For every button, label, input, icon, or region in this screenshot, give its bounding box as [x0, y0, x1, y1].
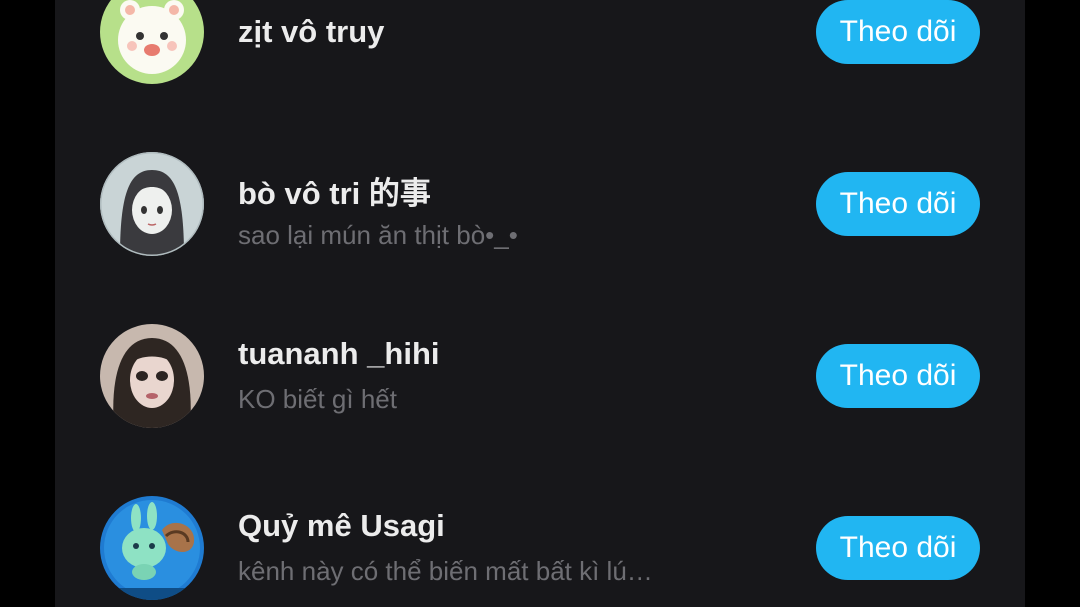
user-bio: sao lại mún ăn thịt bò•_•: [238, 220, 518, 250]
user-name[interactable]: tuananh _hihi: [238, 336, 440, 372]
anime-girl-avatar-icon[interactable]: [100, 152, 204, 256]
follow-button[interactable]: Theo dõi: [816, 516, 980, 580]
portrait-avatar-icon[interactable]: [100, 324, 204, 428]
bunny-avatar-icon[interactable]: [100, 496, 204, 600]
user-bio: kênh này có thể biến mất bất kì lú…: [238, 556, 653, 586]
user-row[interactable]: bò vô tri 的事 sao lại mún ăn thịt bò•_• T…: [55, 146, 1025, 266]
follow-button[interactable]: Theo dõi: [816, 0, 980, 64]
user-row[interactable]: zịt vô truy Theo dõi: [55, 0, 1025, 92]
follow-button[interactable]: Theo dõi: [816, 172, 980, 236]
user-row[interactable]: tuananh _hihi KO biết gì hết Theo dõi: [55, 318, 1025, 438]
user-row[interactable]: Quỷ mê Usagi kênh này có thể biến mất bấ…: [55, 490, 1025, 607]
user-name[interactable]: zịt vô truy: [238, 14, 384, 50]
cartoon-cat-avatar-icon[interactable]: [100, 0, 204, 84]
follow-suggestions-screen: zịt vô truy Theo dõi bò vô tri 的事 sao lạ…: [55, 0, 1025, 607]
user-name[interactable]: Quỷ mê Usagi: [238, 508, 445, 544]
follow-button[interactable]: Theo dõi: [816, 344, 980, 408]
user-name[interactable]: bò vô tri 的事: [238, 168, 431, 213]
user-bio: KO biết gì hết: [238, 384, 397, 414]
